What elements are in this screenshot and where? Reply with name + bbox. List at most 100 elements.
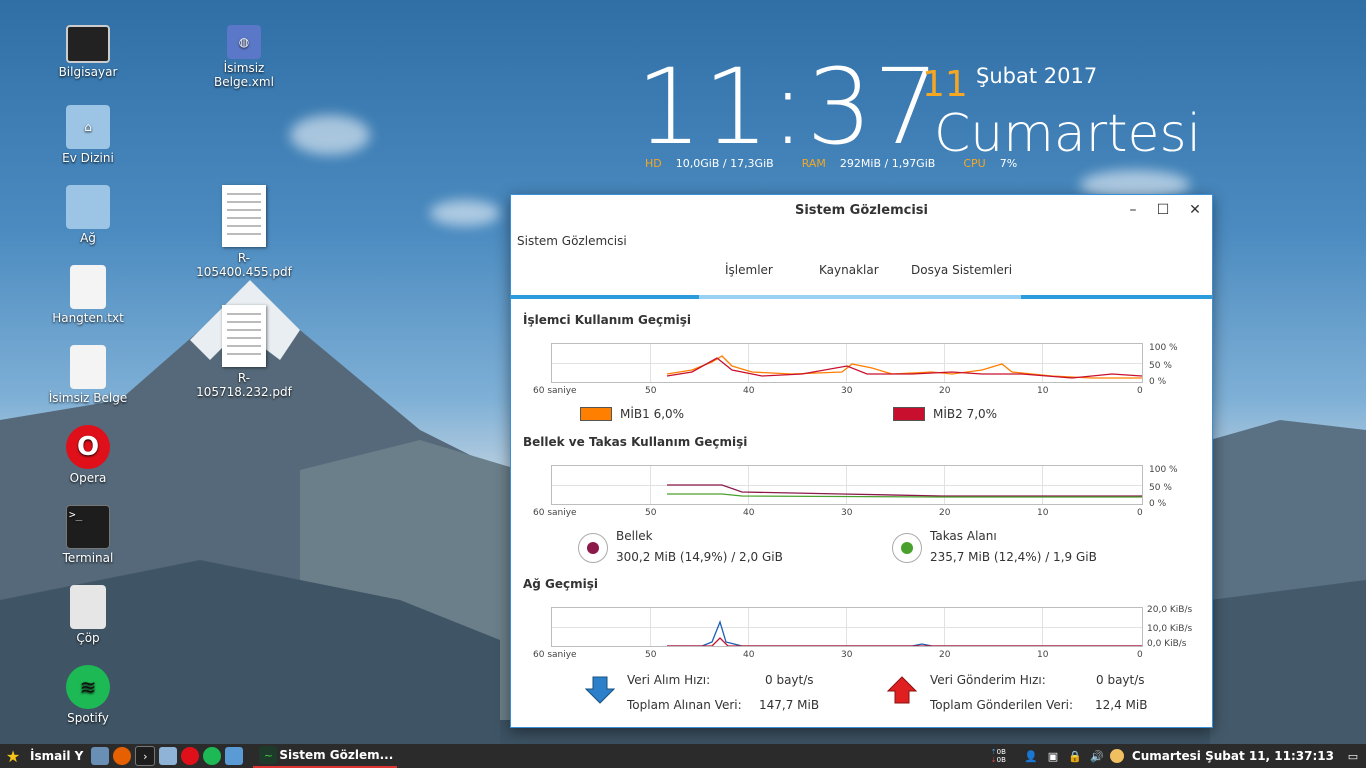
show-desktop-icon[interactable]: ▭ <box>1344 747 1362 765</box>
upload-arrow-icon <box>886 675 918 705</box>
desktop-icon-xml[interactable]: ◍ İsimsiz Belge.xml <box>196 25 292 89</box>
network-axis-20: 20,0 KiB/s <box>1147 605 1193 615</box>
lock-icon[interactable]: 🔒 <box>1066 747 1084 765</box>
user-icon[interactable]: 👤 <box>1022 747 1040 765</box>
network-xtick: 10 <box>1037 650 1049 660</box>
minimize-button[interactable]: – <box>1124 201 1142 219</box>
desktop-icon-hangten[interactable]: Hangten.txt <box>40 265 136 325</box>
memory-legend[interactable]: Bellek 300,2 MiB (14,9%) / 2,0 GiB <box>578 529 783 564</box>
network-history-title: Ağ Geçmişi <box>523 577 599 591</box>
text-file-icon <box>70 265 106 309</box>
cpu-xtick: 0 <box>1137 386 1143 396</box>
globe-file-icon: ◍ <box>227 25 261 59</box>
desktop-icon-home[interactable]: ⌂ Ev Dizini <box>40 105 136 165</box>
tab-processes[interactable]: İşlemler <box>725 263 773 277</box>
opera-launcher-icon[interactable] <box>181 747 200 765</box>
cpu-graph <box>551 343 1143 383</box>
desktop-icon-computer[interactable]: Bilgisayar <box>40 25 136 79</box>
menu-item-system-monitor[interactable]: Sistem Gözlemcisi <box>517 234 627 248</box>
terminal-launcher-icon[interactable]: › <box>135 746 156 766</box>
desktop-icon-label: İsimsiz Belge <box>48 391 128 405</box>
tab-file-systems[interactable]: Dosya Sistemleri <box>911 263 1012 277</box>
memory-xtick: 20 <box>939 508 951 518</box>
desktop-icon-label: R-105400.455.pdf <box>196 251 292 279</box>
start-menu-star-icon[interactable]: ★ <box>4 747 22 766</box>
rx-rate-value: 0 bayt/s <box>765 673 814 687</box>
terminal-icon: >_ <box>66 505 110 549</box>
desktop-icon-trash[interactable]: Çöp <box>40 585 136 645</box>
memory-lines <box>667 484 1142 498</box>
desktop-icon-spotify[interactable]: ≋ Spotify <box>40 665 136 725</box>
desktop-icon-label: Opera <box>69 471 107 485</box>
desktop-icon-untitled[interactable]: İsimsiz Belge <box>40 345 136 405</box>
cpu2-label: MİB2 <box>933 407 963 421</box>
clipboard-icon[interactable]: ▣ <box>1044 747 1062 765</box>
memory-pie-icon[interactable] <box>578 533 608 563</box>
folder-launcher-icon[interactable] <box>159 747 178 765</box>
cpu2-color-swatch[interactable] <box>893 407 925 421</box>
taskbar-clock[interactable]: Cumartesi Şubat 11, 11:37:13 <box>1132 749 1334 763</box>
hd-label: HD <box>645 157 662 170</box>
rx-total-value: 147,7 MiB <box>759 698 820 712</box>
cpu1-color-swatch[interactable] <box>580 407 612 421</box>
pdf-icon <box>222 185 266 247</box>
swap-pie-icon[interactable] <box>892 533 922 563</box>
close-button[interactable]: ✕ <box>1186 201 1204 219</box>
taskbar-window-button[interactable]: ~ Sistem Gözlem... <box>253 744 398 768</box>
swap-legend[interactable]: Takas Alanı 235,7 MiB (12,4%) / 1,9 GiB <box>892 529 1097 564</box>
user-menu[interactable]: İsmail Y <box>30 749 83 763</box>
weather-icon[interactable] <box>1109 749 1124 763</box>
download-arrow-icon <box>584 675 616 705</box>
home-folder-icon: ⌂ <box>66 105 110 149</box>
network-xtick: 30 <box>841 650 853 660</box>
net-down-value: 0B <box>996 756 1006 764</box>
spotify-launcher-icon[interactable] <box>203 747 222 765</box>
desktop-icon-opera[interactable]: O Opera <box>40 425 136 485</box>
memory-xtick: 40 <box>743 508 755 518</box>
cpu-xtick: 60 saniye <box>533 386 577 396</box>
cpu-xtick: 30 <box>841 386 853 396</box>
cpu1-legend[interactable]: MİB1 6,0% <box>580 407 684 421</box>
file-manager-icon[interactable] <box>91 747 110 765</box>
tx-total-value: 12,4 MiB <box>1095 698 1148 712</box>
desktop-icon-label: İsimsiz Belge.xml <box>214 61 274 89</box>
network-xtick: 20 <box>939 650 951 660</box>
desktop-icon-label: Spotify <box>67 711 109 725</box>
network-xtick: 40 <box>743 650 755 660</box>
tab-resources[interactable]: Kaynaklar <box>819 263 879 277</box>
titlebar[interactable]: Sistem Gözlemcisi – ☐ ✕ <box>511 195 1212 227</box>
memory-value: 300,2 MiB (14,9%) / 2,0 GiB <box>616 550 783 564</box>
cpu1-label: MİB1 <box>620 407 650 421</box>
spotify-icon: ≋ <box>66 665 110 709</box>
mail-launcher-icon[interactable] <box>225 747 244 765</box>
memory-axis-0: 0 % <box>1149 499 1167 509</box>
memory-history-title: Bellek ve Takas Kullanım Geçmişi <box>523 435 748 449</box>
desktop-icon-pdf-1[interactable]: R-105400.455.pdf <box>196 185 292 279</box>
net-speed-indicator[interactable]: ⇡0B ⇣0B <box>991 748 1006 764</box>
desktop-icon-network[interactable]: Ağ <box>40 185 136 245</box>
cpu1-value: 6,0% <box>653 407 685 421</box>
memory-axis-100: 100 % <box>1149 465 1178 475</box>
desktop-icon-label: Hangten.txt <box>52 311 124 325</box>
swap-value: 235,7 MiB (12,4%) / 1,9 GiB <box>930 550 1097 564</box>
desktop-icon-pdf-2[interactable]: R-105718.232.pdf <box>196 305 292 399</box>
ram-label: RAM <box>801 157 826 170</box>
memory-xtick: 10 <box>1037 508 1049 518</box>
cpu-axis-0: 0 % <box>1149 377 1167 387</box>
net-up-value: 0B <box>996 748 1006 756</box>
desktop-icon-terminal[interactable]: >_ Terminal <box>40 505 136 565</box>
memory-xtick: 60 saniye <box>533 508 577 518</box>
cpu-value: 7% <box>999 157 1018 170</box>
memory-xtick: 30 <box>841 508 853 518</box>
cpu2-legend[interactable]: MİB2 7,0% <box>893 407 997 421</box>
cpu-xtick: 20 <box>939 386 951 396</box>
network-xtick: 60 saniye <box>533 650 577 660</box>
tab-bar: İşlemler Kaynaklar Dosya Sistemleri <box>511 255 1212 299</box>
maximize-button[interactable]: ☐ <box>1154 201 1172 219</box>
opera-icon: O <box>66 425 110 469</box>
system-monitor-icon: ~ <box>259 746 278 764</box>
volume-icon[interactable]: 🔊 <box>1088 747 1106 765</box>
swap-label: Takas Alanı <box>930 529 997 543</box>
cpu-lines <box>666 355 1142 379</box>
firefox-icon[interactable] <box>113 747 132 765</box>
